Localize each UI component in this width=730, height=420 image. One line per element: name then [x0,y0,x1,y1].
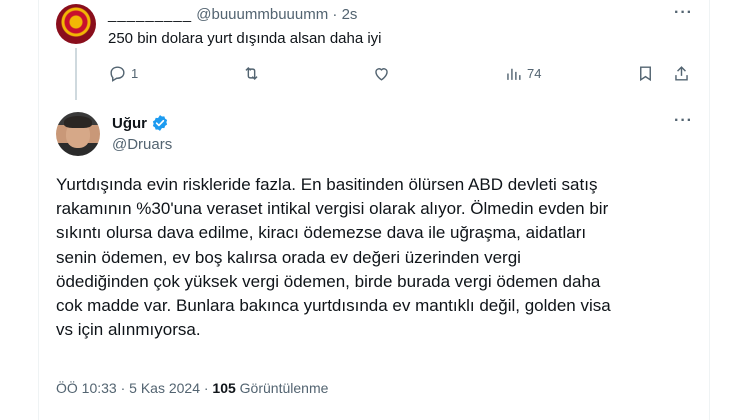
share-button[interactable] [672,64,691,83]
retweet-icon [245,66,258,81]
views-number: 105 [212,380,236,396]
tweet-text-line: Yurtdışında evin riskleride fazla. En ba… [56,175,598,194]
reply-tweet[interactable]: _________ @buuummbuuumm · 2s ··· 250 bin… [56,0,706,100]
display-name[interactable]: _________ [108,6,192,23]
display-name[interactable]: Uğur [112,114,169,132]
views-icon [507,68,521,80]
avatar[interactable] [56,4,96,44]
views-button[interactable]: 74 [504,64,541,83]
share-icon [675,66,688,81]
bookmark-icon [640,66,651,82]
views-count: 74 [527,66,542,81]
avatar-hair [64,116,92,128]
tweet-text-line: vs için alınmıyorsa. [56,320,201,340]
handle[interactable]: @Druars [112,136,172,153]
timestamp[interactable]: 2s [342,6,358,23]
tweet-text-line: sıkıntı olursa dava edilme, kiracı ödeme… [56,223,587,243]
retweet-button[interactable] [242,64,265,83]
tweet-text-line: ödediğinden çok yüksek vergi ödemen, bir… [56,271,601,291]
like-icon [375,68,388,81]
more-icon[interactable]: ··· [674,4,693,22]
like-button[interactable] [372,64,395,83]
bookmark-button[interactable] [636,64,655,83]
thread-connector [75,48,77,100]
tweet-text-line: senin ödemen, ev boş kalırsa orada ev de… [56,247,521,267]
tweet-meta: ÖÖ 10:33 · 5 Kas 2024 · 105 Görüntülenme [56,380,328,396]
tweet-text: Yurtdışında evin riskleride fazla. En ba… [56,173,706,342]
reply-text: 250 bin dolara yurt dışında alsan daha i… [108,30,382,47]
verified-badge-icon[interactable] [151,114,169,132]
avatar[interactable] [56,112,100,156]
tweet-text-line: cok madde var. Bunlara bakınca yurtdısın… [56,295,611,315]
reply-button[interactable]: 1 [108,64,138,83]
display-name-text[interactable]: Uğur [112,115,147,132]
action-bar: 1 74 [108,64,688,86]
more-icon[interactable]: ··· [674,112,693,130]
tweet-text-line: rakamının %30'una veraset intikal vergis… [56,199,609,219]
reply-icon [110,66,125,82]
tweet-timestamp[interactable]: ÖÖ 10:33 · 5 Kas 2024 · [56,380,209,396]
separator: · [332,6,338,23]
views-label: Görüntülenme [239,380,329,396]
reply-header: _________ @buuummbuuumm · 2s [108,6,357,23]
handle[interactable]: @buuummbuuumm [196,6,328,23]
reply-count: 1 [131,66,139,81]
